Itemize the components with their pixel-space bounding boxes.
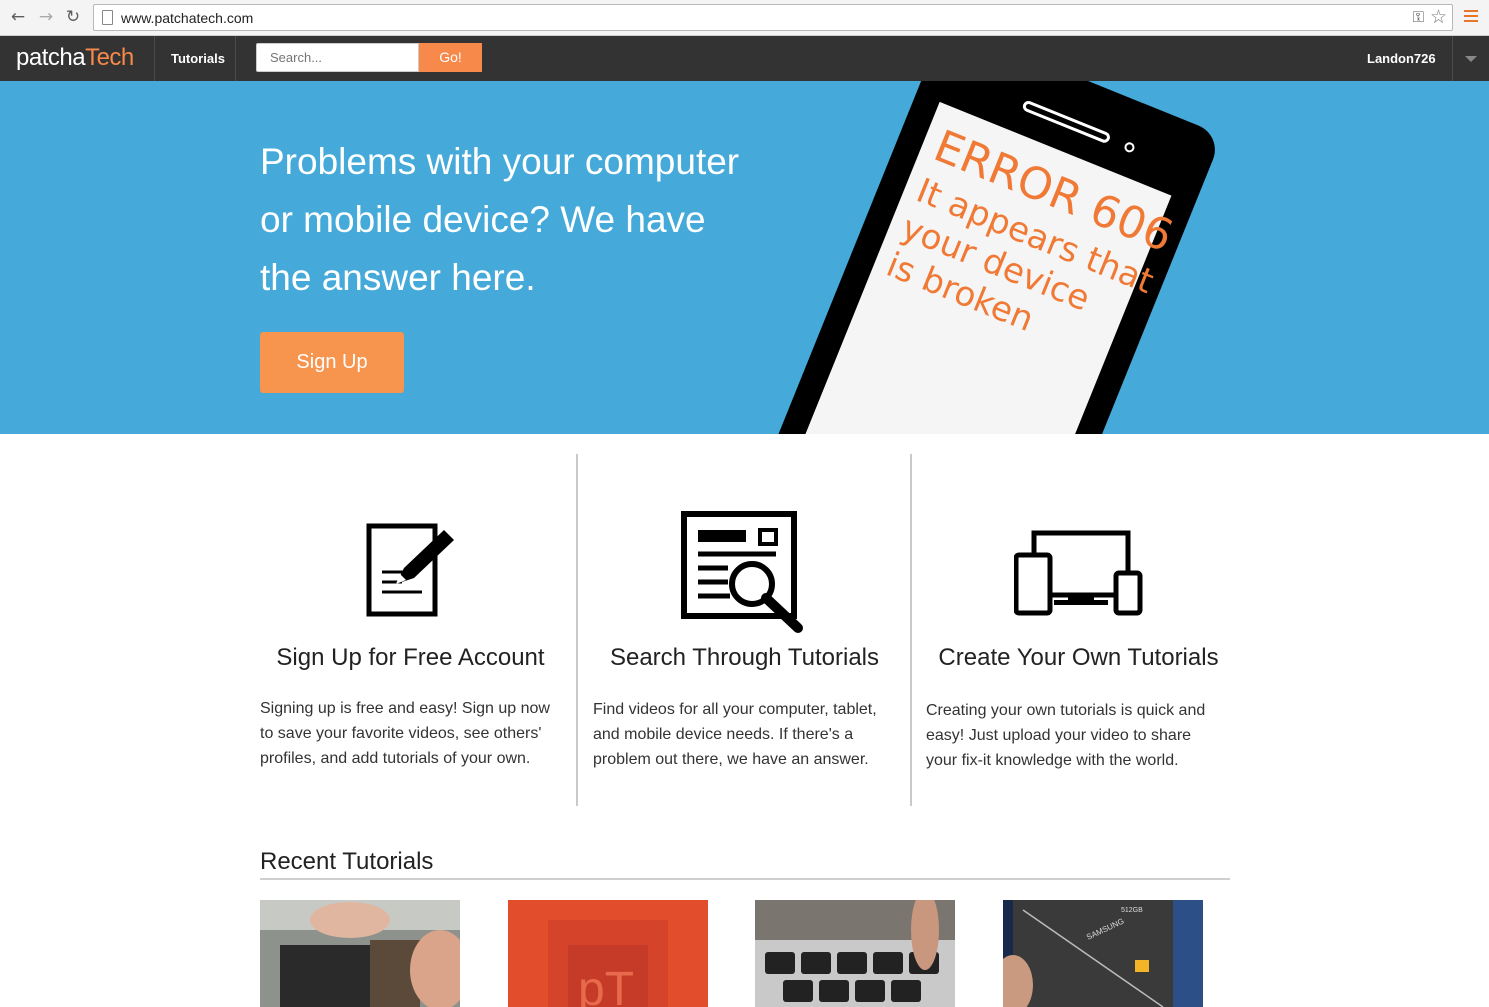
browser-toolbar: ← → ↻ www.patchatech.com ⚿ ☆: [0, 0, 1489, 36]
tutorial-thumbnail[interactable]: [755, 900, 955, 1007]
recent-tutorials-heading: Recent Tutorials: [260, 848, 434, 875]
tutorial-thumbnail[interactable]: [260, 900, 460, 1007]
thumbnail-capacity-text: 512GB: [1121, 907, 1143, 914]
logo-part1: patcha: [16, 44, 86, 71]
signup-button[interactable]: Sign Up: [260, 332, 404, 393]
tutorial-thumbnail[interactable]: SAMSUNG 512GB: [1003, 900, 1203, 1007]
heading-rule: [260, 878, 1230, 880]
feature-text: Find videos for all your computer, table…: [593, 701, 877, 768]
browser-menu-icon[interactable]: [1464, 10, 1478, 24]
devices-icon: [1014, 530, 1143, 616]
bookmark-star-icon[interactable]: ☆: [1430, 6, 1447, 28]
key-icon[interactable]: ⚿: [1413, 8, 1424, 26]
reload-icon[interactable]: ↻: [63, 7, 83, 27]
feature-signup: Sign Up for Free Account Signing up is f…: [244, 454, 577, 806]
thumbnail-logo-text: pT: [578, 963, 634, 1007]
site-navbar: patchaTech Tutorials Go! Landon726: [0, 36, 1489, 81]
search-go-button[interactable]: Go!: [419, 43, 482, 72]
hero-title: Problems with your computer or mobile de…: [260, 141, 740, 298]
feature-title: Create Your Own Tutorials: [938, 644, 1219, 671]
page-icon: [102, 10, 113, 25]
caret-down-icon: [1465, 56, 1477, 62]
search-document-icon: [681, 511, 803, 633]
nav-divider: [235, 36, 236, 81]
feature-text: Signing up is free and easy! Sign up now…: [260, 700, 550, 767]
forward-icon[interactable]: →: [36, 7, 56, 27]
user-dropdown-toggle[interactable]: [1452, 36, 1489, 81]
search-input[interactable]: [256, 43, 419, 72]
user-menu-name[interactable]: Landon726: [1367, 51, 1436, 66]
feature-search: Search Through Tutorials Find videos for…: [578, 454, 911, 806]
tutorial-thumbnail[interactable]: pT: [508, 900, 708, 1007]
logo-part2: Tech: [85, 44, 134, 71]
url-text[interactable]: www.patchatech.com: [121, 10, 253, 26]
feature-text: Creating your own tutorials is quick and…: [926, 702, 1206, 769]
hero-banner: Problems with your computer or mobile de…: [0, 81, 1489, 434]
back-icon[interactable]: ←: [8, 7, 28, 27]
edit-document-icon: [366, 523, 454, 617]
broken-phone-illustration: ERROR 606 It appears that your device is…: [757, 81, 1215, 434]
site-logo[interactable]: patchaTech: [16, 44, 134, 72]
feature-create: Create Your Own Tutorials Creating your …: [912, 454, 1245, 806]
nav-divider: [154, 36, 155, 81]
feature-title: Sign Up for Free Account: [276, 644, 545, 671]
feature-title: Search Through Tutorials: [609, 644, 880, 671]
address-bar[interactable]: www.patchatech.com ⚿ ☆: [93, 4, 1453, 31]
nav-tutorials-link[interactable]: Tutorials: [171, 51, 225, 66]
